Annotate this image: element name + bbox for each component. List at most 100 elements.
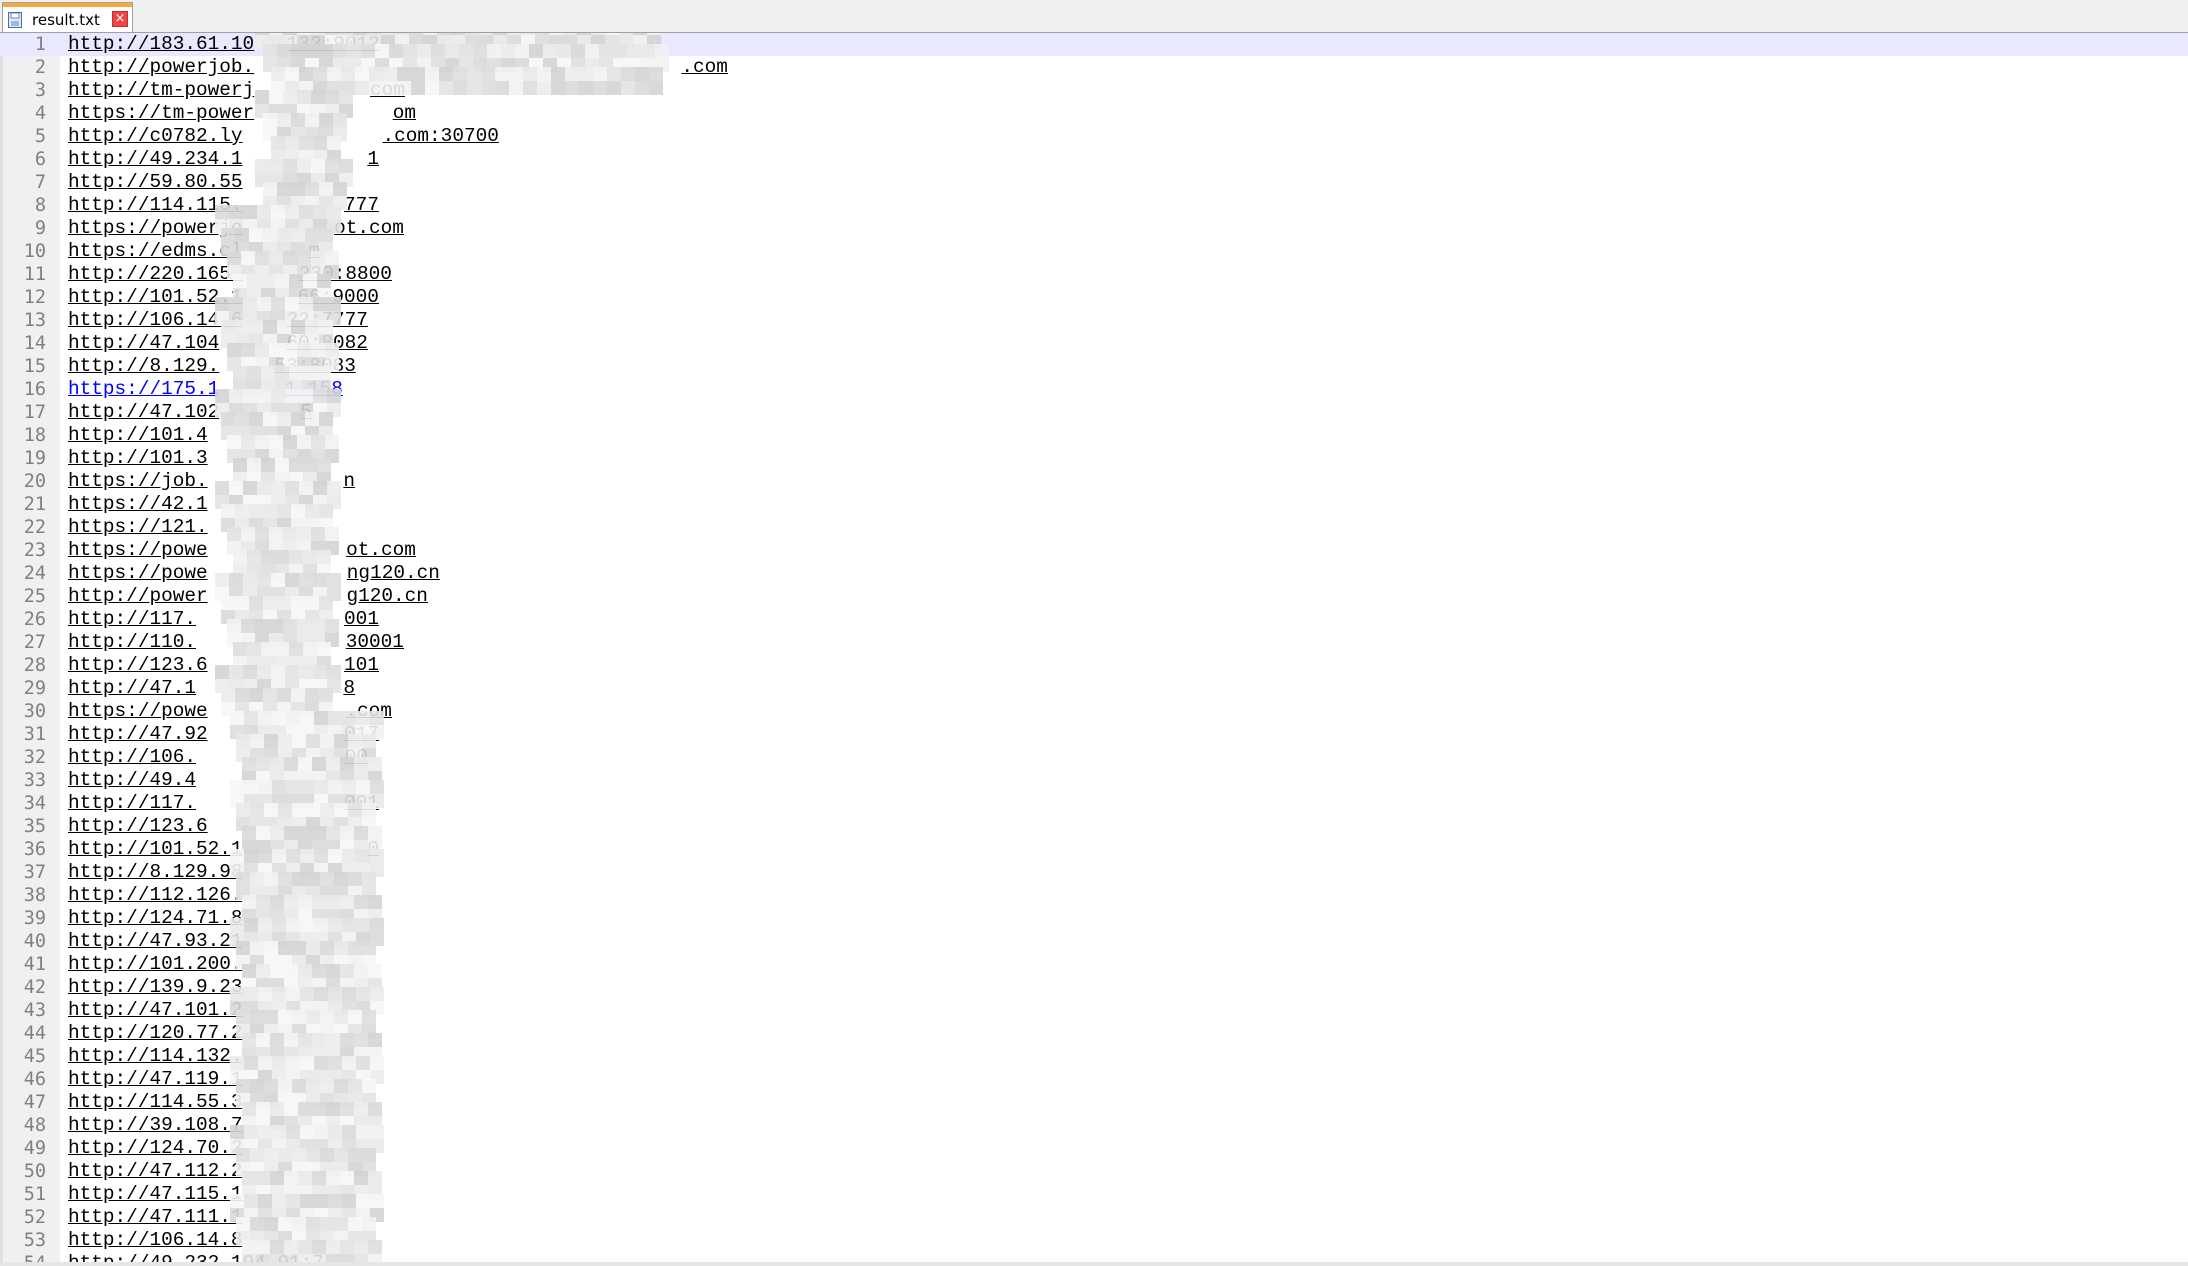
url-text[interactable]: https://powe bbox=[68, 562, 208, 585]
url-text[interactable]: http://101.52.1 bbox=[68, 838, 243, 861]
url-tail-text[interactable]: 001 bbox=[344, 792, 379, 815]
text-line[interactable]: 8 http://114.115. 777 bbox=[0, 194, 2188, 217]
url-tail-text[interactable]: 101 bbox=[344, 654, 379, 677]
url-tail-text[interactable]: .com bbox=[681, 56, 728, 79]
text-line[interactable]: 26 http://117. 001 bbox=[0, 608, 2188, 631]
url-tail-text[interactable]: 0 bbox=[367, 838, 379, 861]
text-line[interactable]: 27 http://110. 30001 bbox=[0, 631, 2188, 654]
url-tail-text[interactable]: n bbox=[343, 470, 355, 493]
text-line[interactable]: 12 http://101.52.1 66:9000 bbox=[0, 286, 2188, 309]
text-line[interactable]: 25 http://power g120.cn bbox=[0, 585, 2188, 608]
url-text[interactable]: http://112.126. bbox=[68, 884, 243, 907]
text-line[interactable]: 42 http://139.9.23 bbox=[0, 976, 2188, 999]
text-line[interactable]: 43 http://47.101.2 bbox=[0, 999, 2188, 1022]
url-tail-text[interactable]: 230:8800 bbox=[299, 263, 392, 286]
url-text[interactable]: http://47.104 bbox=[68, 332, 219, 355]
url-text[interactable]: http://49.234.1 bbox=[68, 148, 243, 171]
text-line[interactable]: 3 http://tm-powerj com bbox=[0, 79, 2188, 102]
url-text[interactable]: http://120.77.2 bbox=[68, 1022, 243, 1045]
text-line[interactable]: 23 https://powe ot.com bbox=[0, 539, 2188, 562]
text-line[interactable]: 20 https://job. n bbox=[0, 470, 2188, 493]
text-line[interactable]: 16 https://175.1 1.158 bbox=[0, 378, 2188, 401]
url-text[interactable]: http://106.14.6 bbox=[68, 309, 243, 332]
text-line[interactable]: 49 http://124.70.2 bbox=[0, 1137, 2188, 1160]
url-text[interactable]: http://tm-powerj bbox=[68, 79, 254, 102]
text-line[interactable]: 51 http://47.115.1 bbox=[0, 1183, 2188, 1206]
url-tail-text[interactable]: 66:9000 bbox=[297, 286, 378, 309]
url-text[interactable]: http://49.4 bbox=[68, 769, 196, 792]
url-text[interactable]: http://47.115.1 bbox=[68, 1183, 243, 1206]
url-text[interactable]: https://job. bbox=[68, 470, 208, 493]
url-tail-text[interactable]: ng120.cn bbox=[347, 562, 440, 585]
url-tail-text[interactable]: 60:8082 bbox=[286, 332, 367, 355]
url-tail-text[interactable]: g120.cn bbox=[346, 585, 427, 608]
text-line[interactable]: 7 http://59.80.55 bbox=[0, 171, 2188, 194]
url-text[interactable]: http://101.52.1 bbox=[68, 286, 243, 309]
url-text[interactable]: https://42.1 bbox=[68, 493, 208, 516]
url-text[interactable]: http://47.112.2 bbox=[68, 1160, 243, 1183]
url-text[interactable]: http://124.71.8 bbox=[68, 907, 243, 930]
text-line[interactable]: 13 http://106.14.6 22:7777 bbox=[0, 309, 2188, 332]
url-text[interactable]: http://183.61.10 bbox=[68, 33, 254, 56]
text-line[interactable]: 1 http://183.61.10 132:9012 bbox=[0, 33, 2188, 56]
close-icon[interactable]: × bbox=[112, 11, 128, 27]
url-tail-text[interactable]: 132:9012 bbox=[287, 33, 380, 56]
url-text[interactable]: https://121. bbox=[68, 516, 208, 539]
url-tail-text[interactable]: m bbox=[308, 240, 320, 263]
text-line[interactable]: 15 http://8.129. 53:8083 bbox=[0, 355, 2188, 378]
text-line[interactable]: 22 https://121. bbox=[0, 516, 2188, 539]
url-text[interactable]: https://edms.cl bbox=[68, 240, 243, 263]
url-text[interactable]: http://powerjob. bbox=[68, 56, 254, 79]
url-text[interactable]: http://123.6 bbox=[68, 654, 208, 677]
url-text[interactable]: http://47.93.21 bbox=[68, 930, 243, 953]
text-line[interactable]: 21 https://42.1 bbox=[0, 493, 2188, 516]
text-line[interactable]: 48 http://39.108.7 bbox=[0, 1114, 2188, 1137]
url-text[interactable]: http://106.14.8 bbox=[68, 1229, 243, 1252]
url-text[interactable]: http://117. bbox=[68, 608, 196, 631]
url-text[interactable]: http://101.200. bbox=[68, 953, 243, 976]
url-text[interactable]: http://8.129. bbox=[68, 355, 219, 378]
text-line[interactable]: 10 https://edms.cl m bbox=[0, 240, 2188, 263]
url-text[interactable]: http://8.129.98 bbox=[68, 861, 243, 884]
url-tail-text[interactable]: 22:7777 bbox=[286, 309, 367, 332]
url-text[interactable]: http://139.9.23 bbox=[68, 976, 243, 999]
url-tail-text[interactable]: 8 bbox=[343, 677, 355, 700]
url-tail-text[interactable]: 00 bbox=[345, 746, 368, 769]
text-line[interactable]: 50 http://47.112.2 bbox=[0, 1160, 2188, 1183]
url-tail-text[interactable]: ot.com bbox=[334, 217, 404, 240]
text-line[interactable]: 52 http://47.111.1 bbox=[0, 1206, 2188, 1229]
text-line[interactable]: 46 http://47.119.1 bbox=[0, 1068, 2188, 1091]
url-tail-text[interactable]: ot.com bbox=[346, 539, 416, 562]
text-line[interactable]: 11 http://220.165. 230:8800 bbox=[0, 263, 2188, 286]
url-text[interactable]: http://c0782.ly bbox=[68, 125, 243, 148]
text-line[interactable]: 44 http://120.77.2 bbox=[0, 1022, 2188, 1045]
url-tail-text[interactable]: 1.158 bbox=[285, 378, 343, 401]
text-line[interactable]: 4 https://tm-power om bbox=[0, 102, 2188, 125]
url-tail-text[interactable]: 1 bbox=[367, 148, 379, 171]
url-text[interactable]: http://117. bbox=[68, 792, 196, 815]
url-text[interactable]: http://59.80.55 bbox=[68, 171, 243, 194]
text-line[interactable]: 19 http://101.3 bbox=[0, 447, 2188, 470]
url-text[interactable]: http://114.55.3 bbox=[68, 1091, 243, 1114]
url-text[interactable]: http://power bbox=[68, 585, 208, 608]
url-text[interactable]: https://powe bbox=[68, 539, 208, 562]
url-tail-text[interactable]: 53:8083 bbox=[274, 355, 355, 378]
text-line[interactable]: 14 http://47.104 60:8082 bbox=[0, 332, 2188, 355]
url-tail-text[interactable]: 30001 bbox=[346, 631, 404, 654]
url-text[interactable]: http://106. bbox=[68, 746, 196, 769]
url-text[interactable]: http://47.119.1 bbox=[68, 1068, 243, 1091]
url-text[interactable]: https://powe bbox=[68, 700, 208, 723]
text-line[interactable]: 45 http://114.132. bbox=[0, 1045, 2188, 1068]
url-tail-text[interactable]: .com bbox=[345, 700, 392, 723]
text-line[interactable]: 32 http://106. 00 bbox=[0, 746, 2188, 769]
text-line[interactable]: 40 http://47.93.21 bbox=[0, 930, 2188, 953]
text-line[interactable]: 34 http://117. 001 bbox=[0, 792, 2188, 815]
text-line[interactable]: 47 http://114.55.3 bbox=[0, 1091, 2188, 1114]
url-text[interactable]: http://220.165. bbox=[68, 263, 243, 286]
text-editor[interactable]: 1 http://183.61.10 132:9012 2 http://powerjo… bbox=[0, 33, 2188, 1266]
url-text[interactable]: http://123.6 bbox=[68, 815, 208, 838]
text-line[interactable]: 53 http://106.14.8 bbox=[0, 1229, 2188, 1252]
url-text[interactable]: http://47.92 bbox=[68, 723, 208, 746]
url-text[interactable]: http://47.102 bbox=[68, 401, 219, 424]
url-text[interactable]: http://47.1 bbox=[68, 677, 196, 700]
